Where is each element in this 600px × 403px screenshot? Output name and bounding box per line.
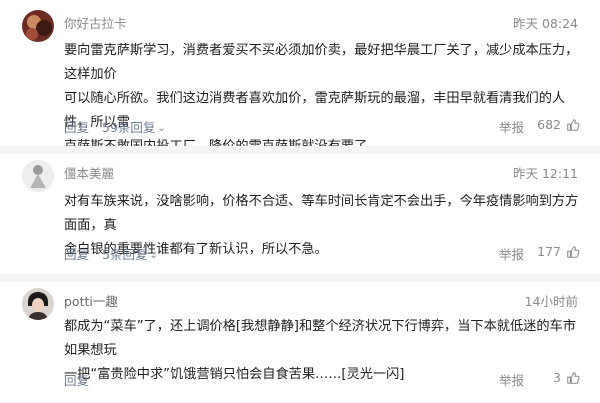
comment-text: 要向雷克萨斯学习，消费者爱买不买必须加价卖，最好把华晨工厂关了，减少成本压力，这… [64, 39, 584, 159]
like-count: 682 [537, 117, 561, 132]
report-button[interactable]: 举报 [499, 117, 524, 136]
comment-text-line: 对有车族来说，没啥影响，价格不合适、等车时间长肯定不会出手，今年疫情影响到方方面… [64, 194, 579, 233]
divider [0, 274, 600, 282]
comment-actions: 回复 59条回复 ⌄ 举报 682 [64, 117, 580, 135]
avatar[interactable] [22, 160, 54, 192]
like-count: 177 [537, 244, 561, 259]
username[interactable]: 你好古拉卡 [64, 13, 127, 32]
divider [0, 146, 600, 154]
timestamp: 14小时前 [524, 294, 578, 309]
like-button[interactable]: 682 [537, 117, 580, 132]
view-replies-button[interactable]: 59条回复 ⌄ [102, 117, 166, 136]
avatar[interactable] [22, 10, 54, 42]
reply-button[interactable]: 回复 [64, 244, 89, 263]
replies-count: 5条回复 [102, 247, 148, 262]
view-replies-button[interactable]: 5条回复 ⌄ [102, 244, 158, 263]
thumbs-up-icon [567, 245, 580, 258]
comment-item: 僵本美麗 昨天 12:11 对有车族来说，没啥影响，价格不合适、等车时间长肯定不… [0, 154, 600, 274]
report-button[interactable]: 举报 [499, 244, 524, 263]
report-button[interactable]: 举报 [499, 370, 524, 389]
chevron-down-icon: ⌄ [157, 123, 166, 134]
like-count: 3 [553, 370, 561, 385]
chevron-down-icon: ⌄ [149, 250, 158, 261]
thumbs-up-icon [567, 371, 580, 384]
reply-button[interactable]: 回复 [64, 117, 89, 136]
avatar[interactable] [22, 288, 54, 320]
comment-text-line: 要向雷克萨斯学习，消费者爱买不买必须加价卖，最好把华晨工厂关了，减少成本压力，这… [64, 43, 579, 82]
user-avatar-icon [22, 160, 54, 192]
reply-button[interactable]: 回复 [64, 370, 89, 389]
comment-actions: 回复 举报 3 [64, 370, 580, 388]
username[interactable]: potti一趣 [64, 291, 118, 310]
timestamp: 昨天 12:11 [513, 166, 578, 181]
user-avatar-icon [22, 288, 54, 320]
timestamp: 昨天 08:24 [513, 16, 578, 31]
replies-count: 59条回复 [102, 120, 156, 135]
comment-item: 你好古拉卡 昨天 08:24 要向雷克萨斯学习，消费者爱买不买必须加价卖，最好把… [0, 0, 600, 154]
thumbs-up-icon [567, 118, 580, 131]
like-button[interactable]: 3 [553, 370, 580, 385]
comment-item: potti一趣 14小时前 都成为“菜车”了，还上调价格[我想静静]和整个经济状… [0, 282, 600, 403]
like-button[interactable]: 177 [537, 244, 580, 259]
user-avatar-icon [22, 10, 54, 42]
comment-text-line: 都成为“菜车”了，还上调价格[我想静静]和整个经济状况下行博弈，当下本就低迷的车… [64, 319, 576, 358]
comment-actions: 回复 5条回复 ⌄ 举报 177 [64, 244, 580, 262]
username[interactable]: 僵本美麗 [64, 163, 114, 182]
